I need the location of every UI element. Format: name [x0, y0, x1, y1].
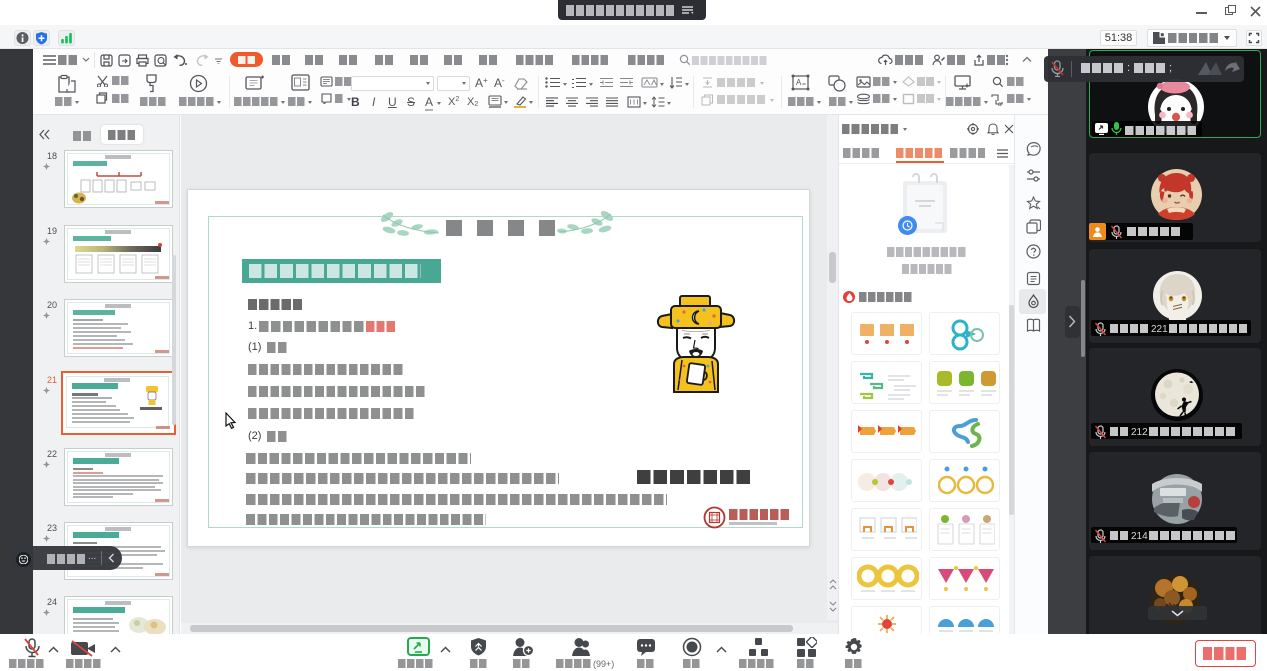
svg-text:A: A: [796, 78, 802, 87]
